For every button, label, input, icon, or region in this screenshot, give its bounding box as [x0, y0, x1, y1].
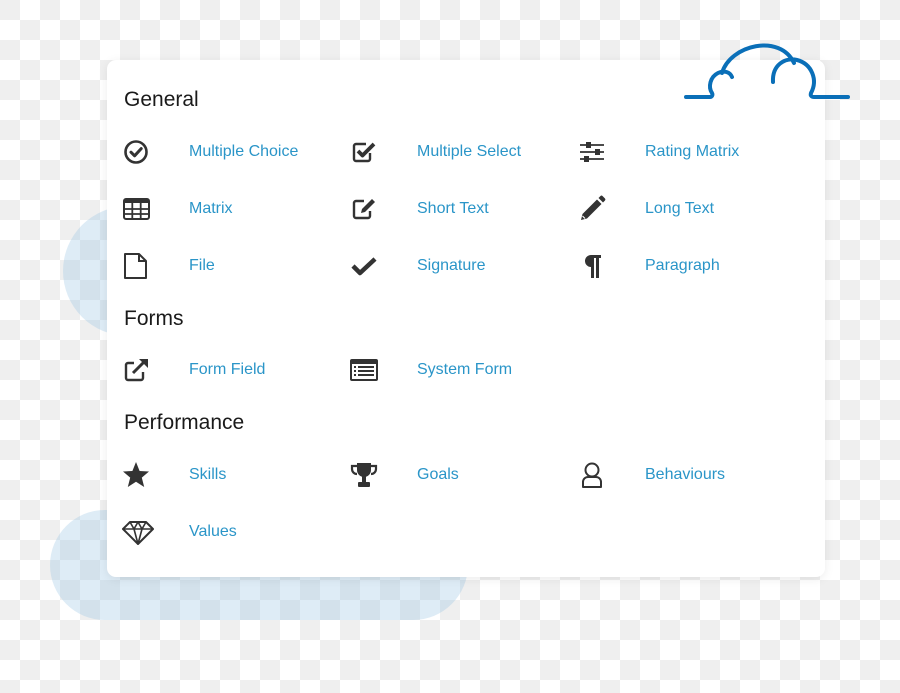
item-label: Long Text — [645, 200, 715, 217]
section-heading-performance: Performance — [124, 411, 245, 434]
item-label: Multiple Choice — [189, 143, 299, 160]
external-link-icon — [121, 355, 151, 385]
cloud-icon — [684, 43, 850, 99]
item-label: Form Field — [189, 361, 266, 378]
section-heading-forms: Forms — [124, 307, 184, 330]
item-label: File — [189, 257, 215, 274]
check-icon — [349, 251, 379, 281]
item-label: Goals — [417, 466, 459, 483]
checkbox-checked-icon — [349, 137, 379, 167]
item-label: Skills — [189, 466, 227, 483]
paragraph-icon — [577, 251, 607, 281]
user-icon — [577, 460, 607, 490]
trophy-icon — [349, 460, 379, 490]
item-label: Paragraph — [645, 257, 720, 274]
item-label: Multiple Select — [417, 143, 522, 160]
sliders-icon — [577, 137, 607, 167]
edit-square-icon — [349, 194, 379, 224]
item-label: Short Text — [417, 200, 489, 217]
file-icon — [121, 251, 151, 281]
item-label: System Form — [417, 361, 513, 378]
item-label: Matrix — [189, 200, 233, 217]
star-icon — [121, 460, 151, 490]
table-icon — [121, 194, 151, 224]
item-label: Behaviours — [645, 466, 726, 483]
section-heading-general: General — [124, 88, 199, 111]
item-label: Signature — [417, 257, 486, 274]
circle-check-icon — [121, 137, 151, 167]
pencil-icon — [577, 194, 607, 224]
item-label: Rating Matrix — [645, 143, 740, 160]
item-label: Values — [189, 523, 237, 540]
diamond-icon — [121, 517, 154, 547]
list-alt-icon — [349, 355, 379, 385]
question-type-panel: General Multiple Choice Multiple Select … — [107, 60, 825, 577]
